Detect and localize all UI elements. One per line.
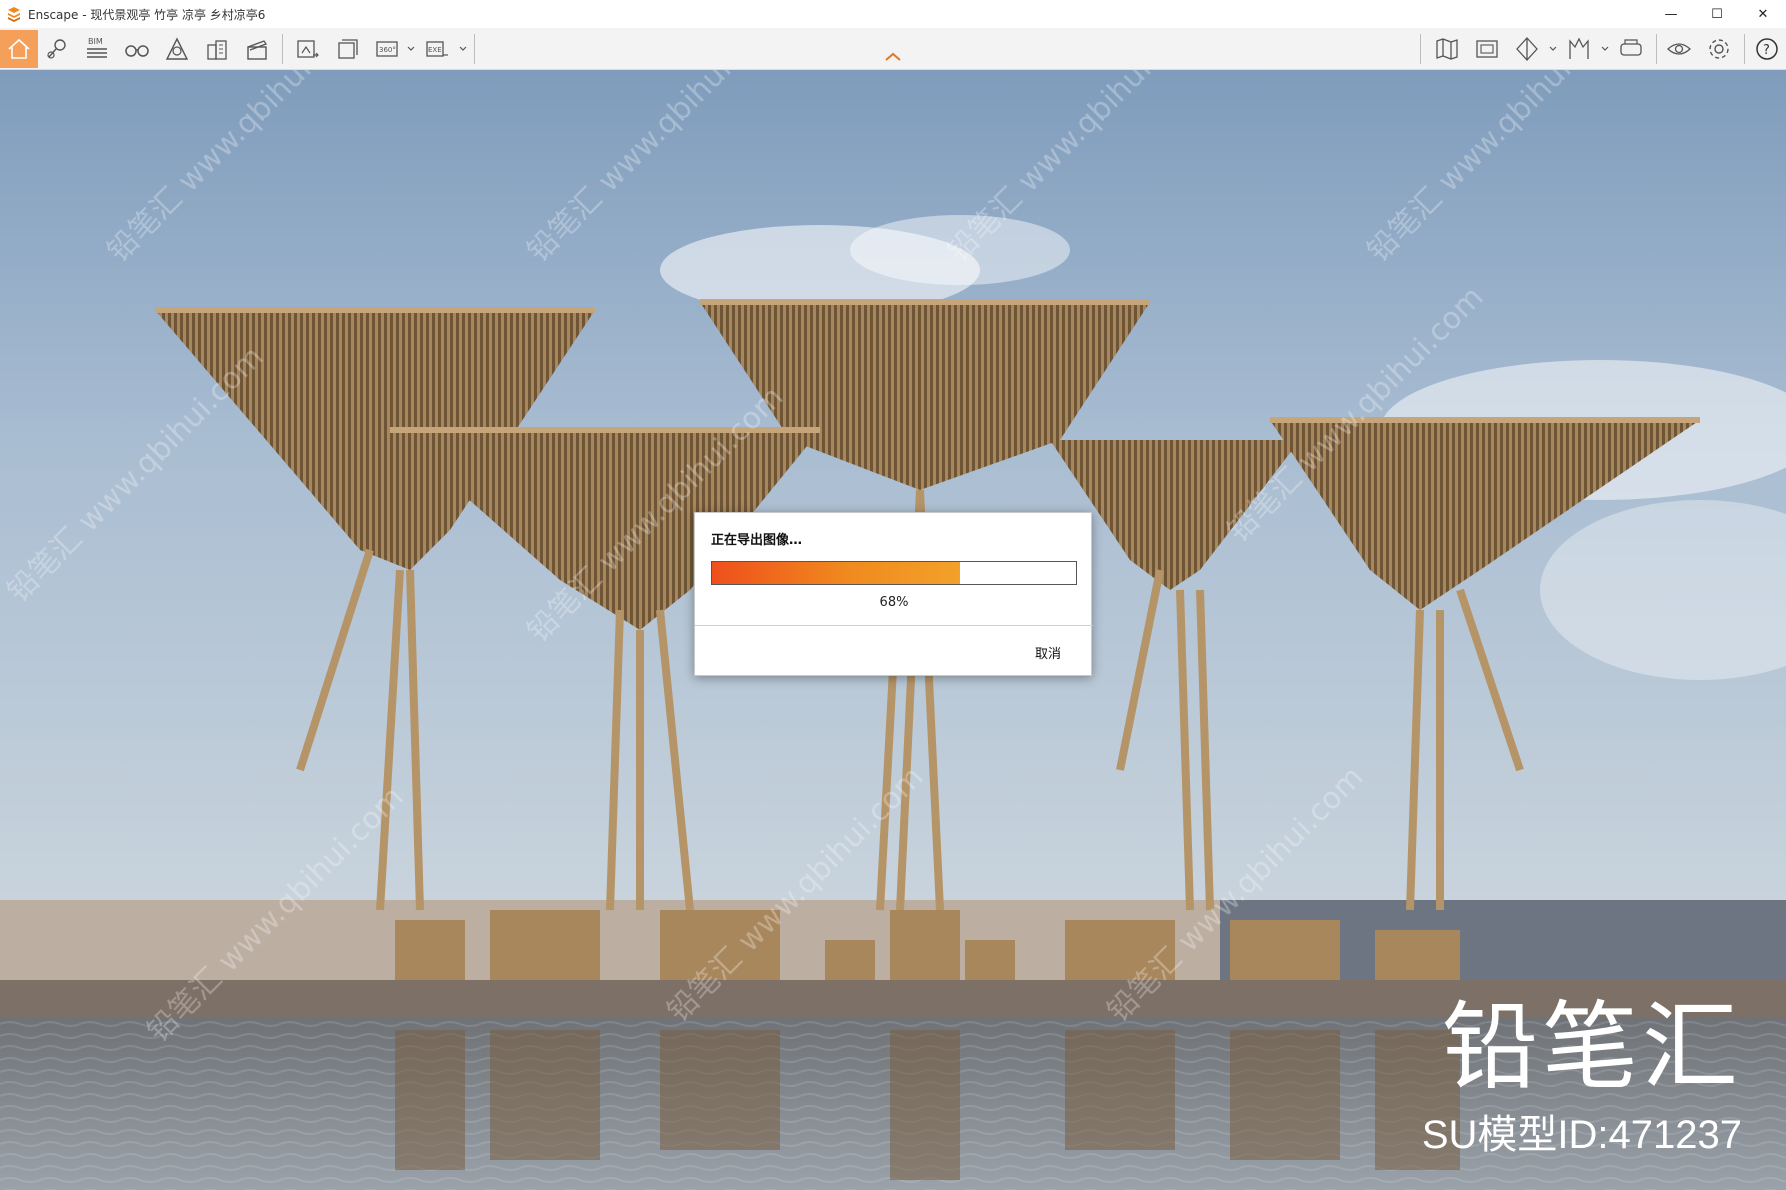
window-controls: — ☐ ✕ — [1648, 0, 1786, 28]
batch-render-icon — [338, 39, 358, 59]
panorama-dropdown[interactable] — [406, 42, 416, 56]
settings-button[interactable] — [1700, 30, 1738, 68]
help-label: ? — [1763, 43, 1770, 58]
asset-library-button[interactable] — [158, 30, 196, 68]
map-icon — [1436, 38, 1458, 60]
export-exe-label: EXE — [428, 46, 442, 54]
view-settings-button[interactable] — [1660, 30, 1698, 68]
home-icon — [8, 38, 30, 59]
progress-bar — [711, 561, 1077, 585]
clapper-icon — [247, 40, 267, 60]
chevron-up-icon[interactable] — [882, 50, 904, 64]
panorama-360-label: 360° — [379, 46, 396, 54]
export-dropdown[interactable] — [458, 42, 468, 56]
bim-button[interactable]: BIM — [78, 30, 116, 68]
export-exe-icon: EXE — [426, 41, 448, 57]
eye-icon — [1667, 43, 1691, 55]
vr-headset-icon — [1620, 39, 1642, 56]
bim-icon: BIM — [87, 37, 107, 58]
minimize-button[interactable]: — — [1648, 0, 1694, 28]
help-icon: ? — [1756, 38, 1778, 60]
progress-percent: 68% — [879, 595, 909, 610]
asset-library-icon — [165, 37, 189, 60]
buildings-icon — [207, 40, 227, 60]
chevron-down-icon — [1549, 46, 1557, 51]
video-editor-button[interactable] — [238, 30, 276, 68]
gear-icon — [1709, 39, 1729, 59]
vr-headset-button[interactable] — [1612, 30, 1650, 68]
panorama-360-button[interactable]: 360° — [368, 30, 406, 68]
minimize-icon: — — [1664, 6, 1678, 22]
batch-render-button[interactable] — [328, 30, 366, 68]
chevron-down-icon — [1601, 46, 1609, 51]
window-title: Enscape - 现代景观亭 竹亭 凉亭 乡村凉亭6 — [28, 7, 266, 22]
cancel-button[interactable]: 取消 — [1035, 643, 1061, 662]
close-button[interactable]: ✕ — [1740, 0, 1786, 28]
chevron-down-icon — [459, 46, 467, 51]
bim-label: BIM — [88, 37, 103, 46]
progress-fill — [712, 562, 960, 584]
toolbar-separator — [1420, 34, 1421, 64]
screenshot-button[interactable] — [288, 30, 326, 68]
enscape-logo-icon — [8, 7, 20, 22]
panorama-360-icon: 360° — [376, 41, 398, 57]
close-icon: ✕ — [1757, 6, 1769, 22]
help-button[interactable]: ? — [1748, 30, 1786, 68]
dialog-divider — [695, 625, 1093, 626]
buildings-button[interactable] — [198, 30, 236, 68]
brand-watermark: 铅笔汇 — [1442, 991, 1742, 1103]
map-button[interactable] — [1428, 30, 1466, 68]
bookmark-icon — [1569, 37, 1589, 59]
model-id-watermark: SU模型ID:471237 — [1421, 1113, 1742, 1157]
location-pin-icon — [47, 39, 66, 59]
dialog-title: 正在导出图像… — [711, 533, 803, 548]
capture-icon — [1476, 40, 1498, 58]
bookmark-button[interactable] — [1560, 30, 1598, 68]
toolbar-separator — [1744, 34, 1745, 64]
home-button[interactable] — [0, 30, 38, 68]
bookmark-dropdown[interactable] — [1600, 42, 1610, 56]
section-button[interactable] — [1508, 30, 1546, 68]
toolbar-separator — [282, 34, 283, 64]
maximize-icon: ☐ — [1711, 6, 1723, 22]
toolbar-separator — [474, 34, 475, 64]
binoculars-button[interactable] — [118, 30, 156, 68]
location-pin-button[interactable] — [38, 30, 76, 68]
screenshot-icon — [297, 40, 319, 58]
chevron-down-icon — [407, 46, 415, 51]
capture-button[interactable] — [1468, 30, 1506, 68]
section-dropdown[interactable] — [1548, 42, 1558, 56]
binoculars-icon — [125, 45, 149, 57]
toolbar-separator — [1656, 34, 1657, 64]
title-bar: Enscape - 现代景观亭 竹亭 凉亭 乡村凉亭6 — ☐ ✕ — [0, 0, 1786, 28]
export-progress-dialog: 正在导出图像… 68% 取消 — [694, 512, 1093, 676]
export-exe-button[interactable]: EXE — [418, 30, 456, 68]
maximize-button[interactable]: ☐ — [1694, 0, 1740, 28]
section-icon — [1516, 37, 1538, 61]
